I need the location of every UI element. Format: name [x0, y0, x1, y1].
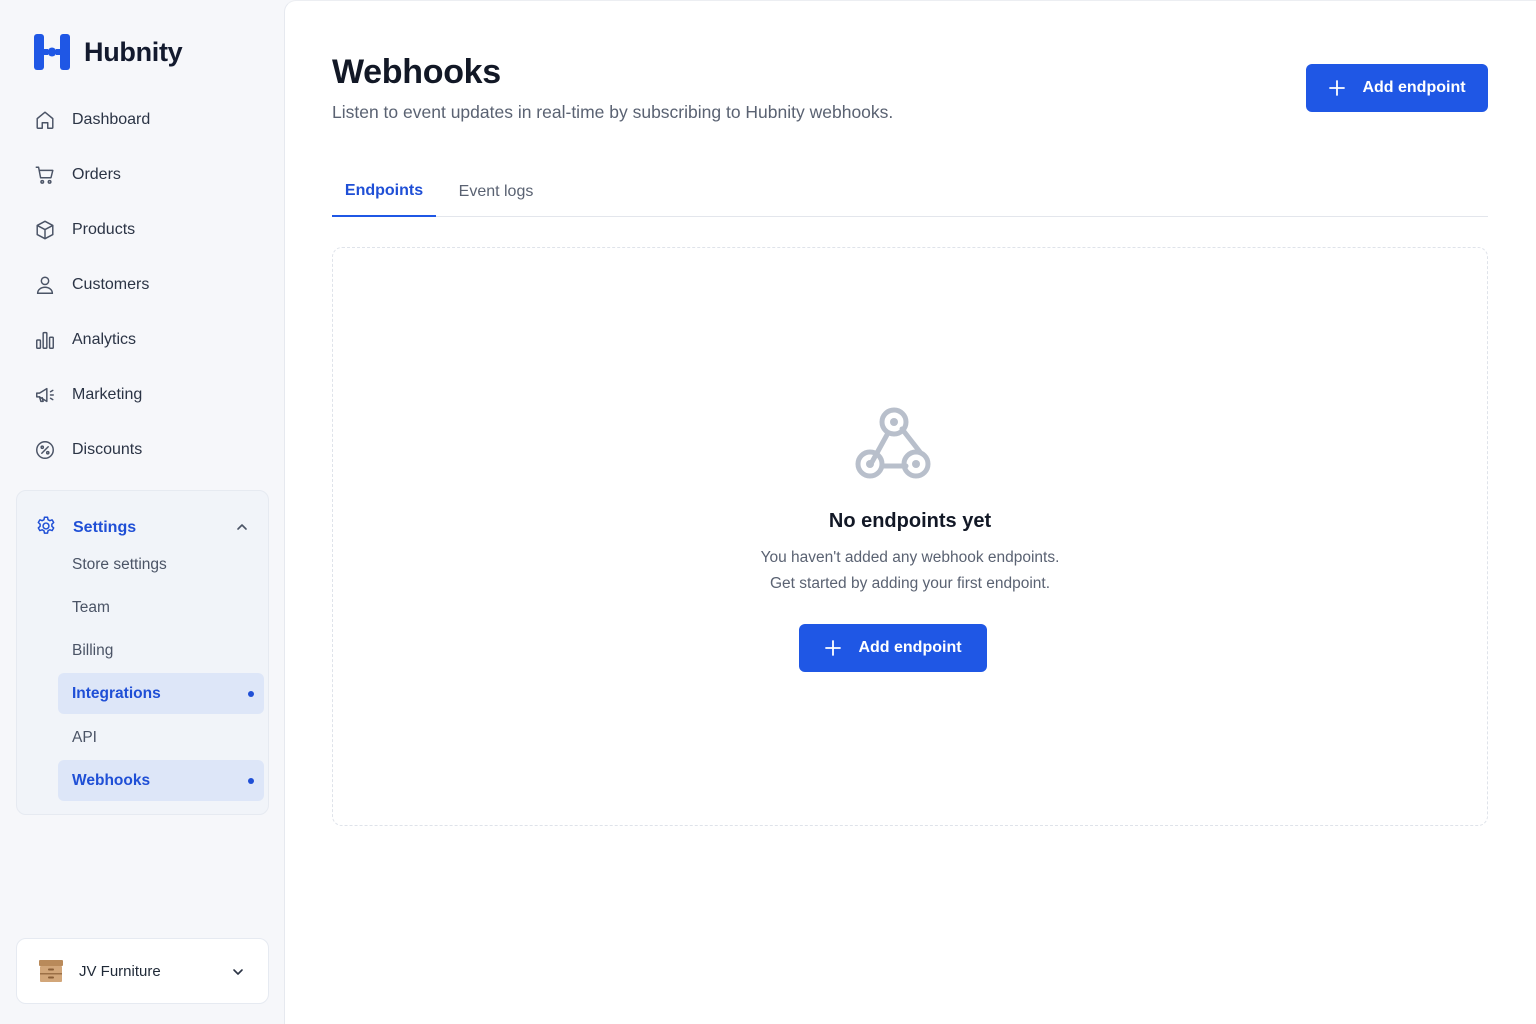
tab-event-logs[interactable]: Event logs — [444, 167, 548, 217]
tab-endpoints[interactable]: Endpoints — [332, 167, 436, 217]
webhook-icon — [855, 407, 931, 479]
settings-group: Settings Store settings Team Billing Int… — [16, 490, 269, 815]
hubnity-logo-icon — [34, 34, 70, 70]
add-endpoint-empty-button[interactable]: Add endpoint — [799, 624, 987, 672]
sidebar-item-analytics[interactable]: Analytics — [16, 312, 269, 367]
box-icon — [34, 219, 56, 241]
sidebar-subitem-integrations[interactable]: Integrations — [58, 673, 264, 714]
plus-icon — [825, 640, 842, 656]
store-avatar-icon — [39, 960, 63, 982]
sidebar-item-label: Orders — [72, 165, 121, 183]
home-icon — [34, 109, 56, 131]
active-dot-indicator — [248, 691, 254, 697]
store-name: JV Furniture — [79, 962, 161, 980]
sidebar-item-label: Analytics — [72, 330, 137, 348]
store-switcher[interactable]: JV Furniture — [16, 938, 269, 1004]
sidebar-item-discounts[interactable]: Discounts — [16, 422, 269, 477]
tab-label: Event logs — [458, 183, 534, 200]
sidebar-subitem-label: Integrations — [72, 684, 161, 702]
sidebar-subitem-label: Team — [72, 598, 110, 616]
page-subtitle: Listen to event updates in real-time by … — [332, 102, 894, 122]
sidebar-item-customers[interactable]: Customers — [16, 257, 269, 312]
sidebar-item-orders[interactable]: Orders — [16, 147, 269, 202]
brand-name: Hubnity — [84, 36, 183, 67]
empty-state: No endpoints yet You haven't added any w… — [332, 247, 1488, 826]
empty-state-hint: Get started by adding your first endpoin… — [769, 575, 1051, 592]
sidebar-item-label: Settings — [73, 519, 137, 536]
chevron-up-icon[interactable] — [234, 519, 250, 535]
discount-icon — [34, 439, 56, 461]
megaphone-icon — [34, 384, 56, 406]
gear-icon — [35, 515, 57, 542]
main-panel: Webhooks Listen to event updates in real… — [284, 0, 1536, 1024]
sidebar-subitem-webhooks[interactable]: Webhooks — [58, 760, 264, 801]
sidebar-item-products[interactable]: Products — [16, 202, 269, 257]
add-endpoint-label: Add endpoint — [858, 639, 962, 656]
add-endpoint-button[interactable]: Add endpoint — [1306, 64, 1488, 112]
bar-chart-icon — [34, 329, 56, 351]
tab-bar: Endpoints Event logs — [332, 167, 1488, 217]
user-icon — [34, 274, 56, 296]
sidebar-subitem-billing[interactable]: Billing — [58, 630, 264, 671]
sidebar-nav: Dashboard Orders Products Customers Anal… — [16, 92, 269, 477]
sidebar-subitem-label: Webhooks — [72, 771, 151, 789]
sidebar: Hubnity Dashboard Orders Products Custom… — [0, 0, 284, 1024]
add-endpoint-label: Add endpoint — [1362, 79, 1466, 96]
plus-icon — [1329, 80, 1346, 96]
empty-state-title: No endpoints yet — [828, 510, 992, 532]
sidebar-item-label: Products — [72, 220, 136, 238]
sidebar-item-marketing[interactable]: Marketing — [16, 367, 269, 422]
sidebar-subitem-team[interactable]: Team — [58, 587, 264, 628]
brand[interactable]: Hubnity — [32, 32, 183, 72]
sidebar-item-label: Marketing — [72, 385, 143, 403]
active-dot-indicator — [248, 778, 254, 784]
sidebar-item-label: Customers — [72, 275, 150, 293]
tab-label: Endpoints — [344, 182, 424, 199]
app-window: Hubnity Dashboard Orders Products Custom… — [0, 0, 1536, 1024]
sidebar-item-label: Discounts — [72, 440, 143, 458]
sidebar-subitem-label: Billing — [72, 641, 114, 659]
cart-icon — [34, 164, 56, 186]
sidebar-item-label: Dashboard — [72, 110, 151, 128]
page-title: Webhooks — [332, 53, 501, 91]
sidebar-subitem-api[interactable]: API — [58, 717, 264, 758]
sidebar-subitem-label: Store settings — [72, 555, 167, 573]
sidebar-subitem-label: API — [72, 728, 97, 746]
sidebar-item-dashboard[interactable]: Dashboard — [16, 92, 269, 147]
chevron-down-icon — [233, 969, 243, 975]
empty-state-description: You haven't added any webhook endpoints. — [760, 549, 1060, 566]
sidebar-subitem-store-settings[interactable]: Store settings — [58, 544, 264, 585]
